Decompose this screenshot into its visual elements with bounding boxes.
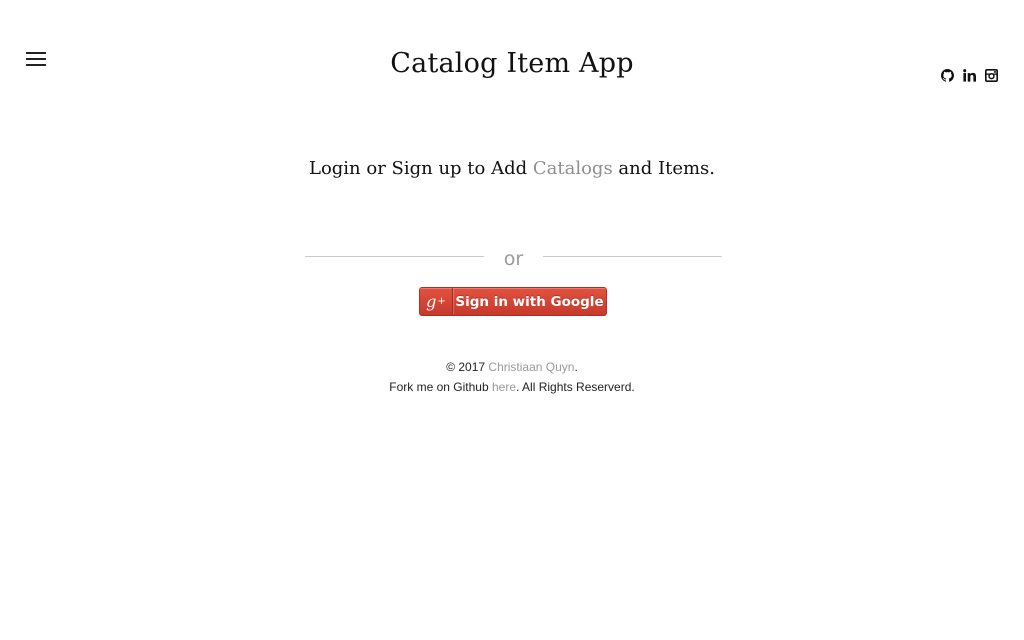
- divider-right: [543, 256, 722, 257]
- login-prompt-suffix: and Items.: [612, 158, 716, 179]
- copyright-prefix: © 2017: [446, 360, 489, 374]
- copyright-line: © 2017 Christiaan Quyn.: [0, 357, 1024, 377]
- copyright-suffix: .: [574, 360, 578, 374]
- divider-left: [305, 256, 484, 257]
- login-prompt-prefix: Login or Sign up to Add: [308, 158, 533, 179]
- login-prompt: Login or Sign up to Add Catalogs and Ite…: [0, 158, 1024, 179]
- linkedin-icon[interactable]: [963, 69, 976, 82]
- footer: © 2017 Christiaan Quyn. Fork me on Githu…: [0, 357, 1024, 397]
- page-title: Catalog Item App: [390, 48, 634, 79]
- catalogs-link[interactable]: Catalogs: [533, 158, 613, 179]
- google-sign-in-label: Sign in with Google: [455, 293, 604, 310]
- fork-suffix: . All Rights Reserverd.: [516, 380, 635, 394]
- google-plus-icon-letter: g: [426, 292, 437, 311]
- instagram-icon[interactable]: [985, 69, 998, 82]
- google-plus-icon-plus: +: [437, 296, 446, 307]
- github-fork-link[interactable]: here: [492, 380, 516, 394]
- google-plus-icon: g +: [420, 288, 453, 315]
- author-link[interactable]: Christiaan Quyn: [488, 360, 574, 374]
- github-icon[interactable]: [941, 69, 955, 82]
- or-label: or: [503, 248, 524, 270]
- fork-line: Fork me on Github here. All Rights Reser…: [0, 377, 1024, 397]
- social-links: [941, 69, 998, 82]
- google-sign-in-button[interactable]: g + Sign in with Google: [419, 287, 607, 316]
- fork-prefix: Fork me on Github: [389, 380, 492, 394]
